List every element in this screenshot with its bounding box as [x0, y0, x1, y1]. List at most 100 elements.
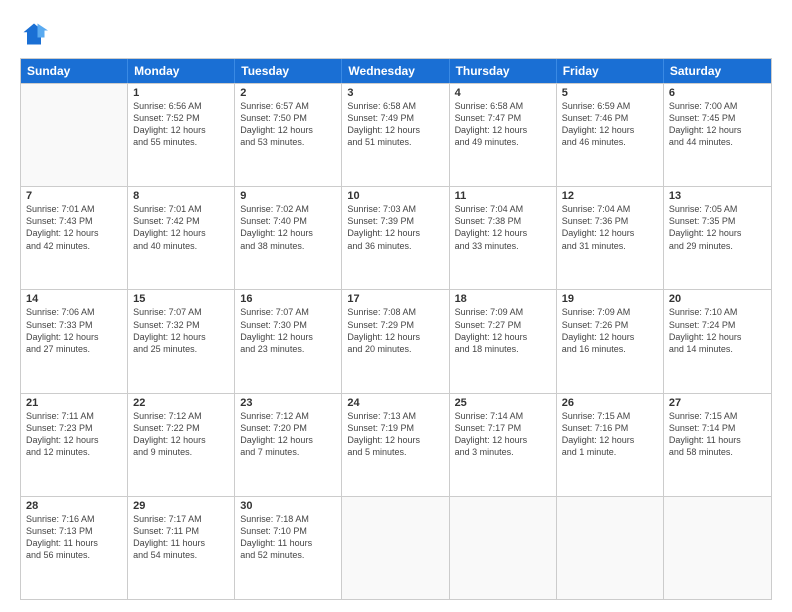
cell-line: and 9 minutes.: [133, 446, 229, 458]
day-number: 2: [240, 87, 336, 99]
cell-line: Daylight: 12 hours: [562, 434, 658, 446]
cal-cell-21: 21Sunrise: 7:11 AMSunset: 7:23 PMDayligh…: [21, 394, 128, 496]
cell-line: Sunrise: 7:13 AM: [347, 410, 443, 422]
cal-row-5: 28Sunrise: 7:16 AMSunset: 7:13 PMDayligh…: [21, 496, 771, 599]
cell-line: and 1 minute.: [562, 446, 658, 458]
cell-line: Sunset: 7:27 PM: [455, 319, 551, 331]
cell-line: and 31 minutes.: [562, 240, 658, 252]
day-number: 11: [455, 190, 551, 202]
cell-line: Daylight: 12 hours: [240, 434, 336, 446]
cell-line: Daylight: 12 hours: [669, 331, 766, 343]
cell-line: Sunset: 7:52 PM: [133, 112, 229, 124]
cal-row-1: 1Sunrise: 6:56 AMSunset: 7:52 PMDaylight…: [21, 83, 771, 186]
cell-line: Daylight: 11 hours: [240, 537, 336, 549]
logo: [20, 20, 52, 48]
cell-line: Sunrise: 6:59 AM: [562, 100, 658, 112]
cal-cell-empty-4-6: [664, 497, 771, 599]
day-number: 19: [562, 293, 658, 305]
cell-line: and 29 minutes.: [669, 240, 766, 252]
cell-line: Sunrise: 7:01 AM: [133, 203, 229, 215]
cell-line: Sunrise: 7:04 AM: [455, 203, 551, 215]
cal-cell-14: 14Sunrise: 7:06 AMSunset: 7:33 PMDayligh…: [21, 290, 128, 392]
cell-line: Sunrise: 6:58 AM: [455, 100, 551, 112]
cell-line: Sunset: 7:26 PM: [562, 319, 658, 331]
cell-line: Sunrise: 7:15 AM: [562, 410, 658, 422]
cell-line: Daylight: 12 hours: [347, 434, 443, 446]
calendar-header-row: SundayMondayTuesdayWednesdayThursdayFrid…: [21, 59, 771, 83]
cell-line: Sunrise: 7:08 AM: [347, 306, 443, 318]
cal-header-tuesday: Tuesday: [235, 59, 342, 83]
cell-line: Sunset: 7:49 PM: [347, 112, 443, 124]
cell-line: Sunrise: 7:11 AM: [26, 410, 122, 422]
cal-cell-13: 13Sunrise: 7:05 AMSunset: 7:35 PMDayligh…: [664, 187, 771, 289]
cell-line: Sunset: 7:22 PM: [133, 422, 229, 434]
cell-line: and 14 minutes.: [669, 343, 766, 355]
cell-line: Sunrise: 7:00 AM: [669, 100, 766, 112]
cell-line: and 38 minutes.: [240, 240, 336, 252]
cell-line: and 42 minutes.: [26, 240, 122, 252]
cal-row-3: 14Sunrise: 7:06 AMSunset: 7:33 PMDayligh…: [21, 289, 771, 392]
cell-line: Sunrise: 6:56 AM: [133, 100, 229, 112]
cell-line: Daylight: 12 hours: [562, 227, 658, 239]
cell-line: Sunset: 7:11 PM: [133, 525, 229, 537]
cell-line: Sunset: 7:33 PM: [26, 319, 122, 331]
cell-line: Sunset: 7:35 PM: [669, 215, 766, 227]
cal-cell-16: 16Sunrise: 7:07 AMSunset: 7:30 PMDayligh…: [235, 290, 342, 392]
cal-cell-15: 15Sunrise: 7:07 AMSunset: 7:32 PMDayligh…: [128, 290, 235, 392]
cell-line: and 7 minutes.: [240, 446, 336, 458]
cell-line: Sunset: 7:19 PM: [347, 422, 443, 434]
cell-line: Sunset: 7:36 PM: [562, 215, 658, 227]
cell-line: and 53 minutes.: [240, 136, 336, 148]
cell-line: Sunset: 7:43 PM: [26, 215, 122, 227]
cell-line: and 20 minutes.: [347, 343, 443, 355]
cell-line: Daylight: 12 hours: [133, 124, 229, 136]
cell-line: Sunrise: 7:03 AM: [347, 203, 443, 215]
cal-cell-28: 28Sunrise: 7:16 AMSunset: 7:13 PMDayligh…: [21, 497, 128, 599]
day-number: 17: [347, 293, 443, 305]
calendar: SundayMondayTuesdayWednesdayThursdayFrid…: [20, 58, 772, 600]
cal-cell-17: 17Sunrise: 7:08 AMSunset: 7:29 PMDayligh…: [342, 290, 449, 392]
cell-line: Sunset: 7:47 PM: [455, 112, 551, 124]
cell-line: Daylight: 12 hours: [455, 331, 551, 343]
day-number: 13: [669, 190, 766, 202]
cell-line: Sunrise: 7:18 AM: [240, 513, 336, 525]
cal-cell-empty-4-5: [557, 497, 664, 599]
cal-cell-27: 27Sunrise: 7:15 AMSunset: 7:14 PMDayligh…: [664, 394, 771, 496]
day-number: 6: [669, 87, 766, 99]
cell-line: Daylight: 12 hours: [347, 124, 443, 136]
day-number: 21: [26, 397, 122, 409]
cell-line: and 36 minutes.: [347, 240, 443, 252]
cal-cell-7: 7Sunrise: 7:01 AMSunset: 7:43 PMDaylight…: [21, 187, 128, 289]
cal-cell-22: 22Sunrise: 7:12 AMSunset: 7:22 PMDayligh…: [128, 394, 235, 496]
cell-line: and 40 minutes.: [133, 240, 229, 252]
cell-line: Sunset: 7:39 PM: [347, 215, 443, 227]
cal-cell-10: 10Sunrise: 7:03 AMSunset: 7:39 PMDayligh…: [342, 187, 449, 289]
cell-line: Sunrise: 7:07 AM: [133, 306, 229, 318]
cal-cell-3: 3Sunrise: 6:58 AMSunset: 7:49 PMDaylight…: [342, 84, 449, 186]
day-number: 28: [26, 500, 122, 512]
day-number: 24: [347, 397, 443, 409]
cell-line: Sunrise: 7:12 AM: [133, 410, 229, 422]
cal-cell-20: 20Sunrise: 7:10 AMSunset: 7:24 PMDayligh…: [664, 290, 771, 392]
day-number: 1: [133, 87, 229, 99]
cal-cell-empty-4-4: [450, 497, 557, 599]
cal-cell-2: 2Sunrise: 6:57 AMSunset: 7:50 PMDaylight…: [235, 84, 342, 186]
cell-line: Sunset: 7:38 PM: [455, 215, 551, 227]
cell-line: and 12 minutes.: [26, 446, 122, 458]
cell-line: Daylight: 12 hours: [669, 124, 766, 136]
cal-cell-9: 9Sunrise: 7:02 AMSunset: 7:40 PMDaylight…: [235, 187, 342, 289]
day-number: 5: [562, 87, 658, 99]
cell-line: and 46 minutes.: [562, 136, 658, 148]
cell-line: Daylight: 12 hours: [240, 124, 336, 136]
day-number: 29: [133, 500, 229, 512]
day-number: 3: [347, 87, 443, 99]
cell-line: Sunset: 7:29 PM: [347, 319, 443, 331]
cal-cell-11: 11Sunrise: 7:04 AMSunset: 7:38 PMDayligh…: [450, 187, 557, 289]
day-number: 30: [240, 500, 336, 512]
cell-line: Sunrise: 7:05 AM: [669, 203, 766, 215]
cell-line: Daylight: 11 hours: [26, 537, 122, 549]
cell-line: and 51 minutes.: [347, 136, 443, 148]
cell-line: Sunrise: 7:06 AM: [26, 306, 122, 318]
cell-line: Daylight: 12 hours: [26, 331, 122, 343]
cal-row-2: 7Sunrise: 7:01 AMSunset: 7:43 PMDaylight…: [21, 186, 771, 289]
